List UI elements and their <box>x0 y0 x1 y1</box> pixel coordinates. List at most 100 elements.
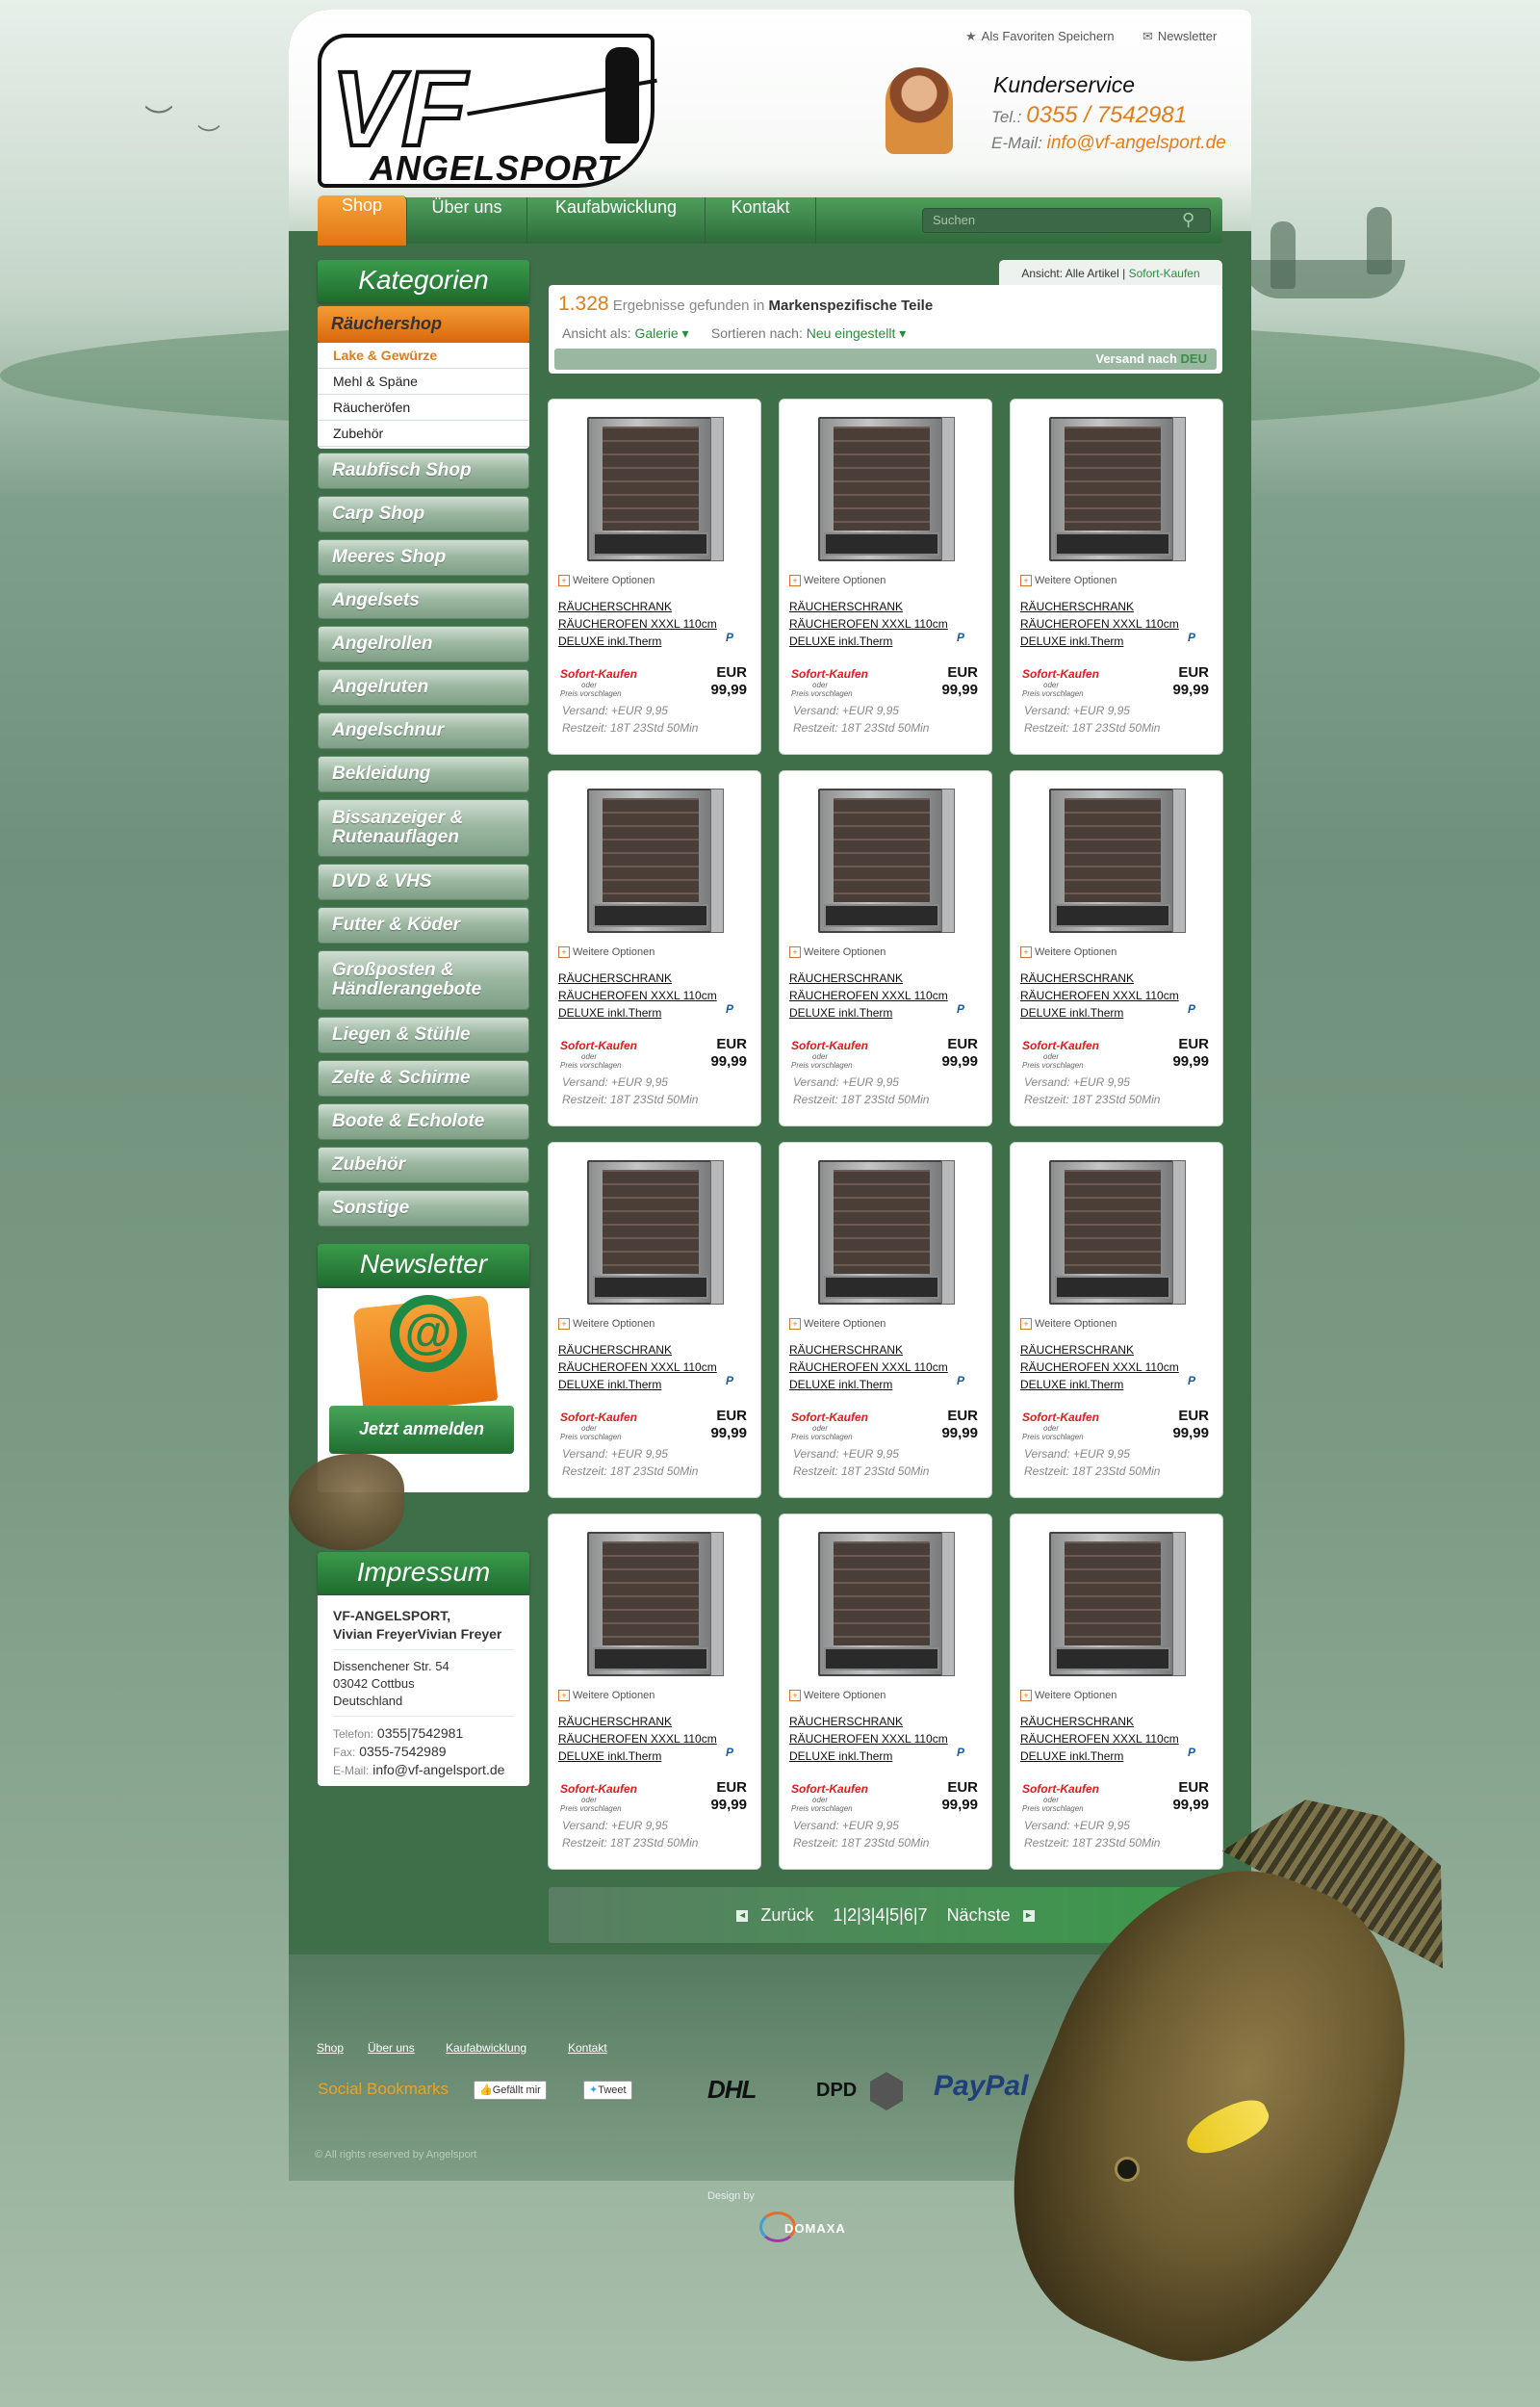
product-card[interactable]: + Weitere Optionen RÄUCHERSCHRANK RÄUCHERO… <box>549 1514 760 1869</box>
product-card[interactable]: + Weitere Optionen RÄUCHERSCHRANK RÄUCHERO… <box>780 1514 991 1869</box>
product-title[interactable]: RÄUCHERSCHRANK RÄUCHEROFEN XXXL 110cm DE… <box>558 1713 741 1765</box>
category-item[interactable]: Angelsets <box>318 582 529 619</box>
product-title[interactable]: RÄUCHERSCHRANK RÄUCHEROFEN XXXL 110cm DE… <box>1020 970 1203 1022</box>
product-title[interactable]: RÄUCHERSCHRANK RÄUCHEROFEN XXXL 110cm DE… <box>558 1341 741 1393</box>
subcategory-item[interactable]: Mehl & Späne <box>318 369 529 395</box>
more-options-link[interactable]: + Weitere Optionen <box>558 946 654 958</box>
category-item[interactable]: Bissanzeiger & Rutenauflagen <box>318 799 529 857</box>
product-image[interactable] <box>578 409 724 573</box>
buy-now-badge[interactable]: Sofort-Kaufen oder Preis vorschlagen <box>1022 1782 1099 1813</box>
product-image[interactable] <box>578 1152 724 1316</box>
more-options-link[interactable]: + Weitere Optionen <box>1020 1690 1116 1701</box>
product-title[interactable]: RÄUCHERSCHRANK RÄUCHEROFEN XXXL 110cm DE… <box>789 1713 972 1765</box>
product-image[interactable] <box>1040 409 1186 573</box>
more-options-link[interactable]: + Weitere Optionen <box>1020 575 1116 586</box>
buy-now-badge[interactable]: Sofort-Kaufen oder Preis vorschlagen <box>1022 1411 1099 1441</box>
category-item[interactable]: Großposten & Händlerangebote <box>318 950 529 1010</box>
footer-link-checkout[interactable]: Kaufabwicklung <box>446 2041 526 2055</box>
view-buy-now-link[interactable]: Sofort-Kaufen <box>1129 267 1200 280</box>
nav-shop[interactable]: Shop <box>318 195 407 246</box>
product-title[interactable]: RÄUCHERSCHRANK RÄUCHEROFEN XXXL 110cm DE… <box>558 598 741 650</box>
view-all-link[interactable]: Ansicht: Alle Artikel <box>1021 267 1118 280</box>
product-card[interactable]: + Weitere Optionen RÄUCHERSCHRANK RÄUCHERO… <box>1011 771 1222 1126</box>
category-item[interactable]: Carp Shop <box>318 496 529 532</box>
buy-now-badge[interactable]: Sofort-Kaufen oder Preis vorschlagen <box>560 1411 637 1441</box>
facebook-like-button[interactable]: 👍Gefällt mir <box>474 2081 547 2100</box>
sort-dropdown[interactable]: Neu eingestellt ▾ <box>807 325 907 341</box>
category-item[interactable]: Angelschnur <box>318 712 529 749</box>
tweet-button[interactable]: ✦Tweet <box>583 2081 632 2100</box>
product-image[interactable] <box>808 1152 955 1316</box>
product-title[interactable]: RÄUCHERSCHRANK RÄUCHEROFEN XXXL 110cm DE… <box>789 1341 972 1393</box>
product-card[interactable]: + Weitere Optionen RÄUCHERSCHRANK RÄUCHERO… <box>1011 1143 1222 1497</box>
product-image[interactable] <box>578 781 724 945</box>
footer-link-shop[interactable]: Shop <box>317 2041 344 2055</box>
buy-now-badge[interactable]: Sofort-Kaufen oder Preis vorschlagen <box>1022 1039 1099 1070</box>
product-card[interactable]: + Weitere Optionen RÄUCHERSCHRANK RÄUCHERO… <box>549 771 760 1126</box>
product-image[interactable] <box>1040 781 1186 945</box>
impressum-email-value[interactable]: info@vf-angelsport.de <box>372 1762 504 1777</box>
email-value[interactable]: info@vf-angelsport.de <box>1047 133 1226 153</box>
buy-now-badge[interactable]: Sofort-Kaufen oder Preis vorschlagen <box>791 667 868 698</box>
category-item[interactable]: Bekleidung <box>318 756 529 792</box>
product-title[interactable]: RÄUCHERSCHRANK RÄUCHEROFEN XXXL 110cm DE… <box>1020 1341 1203 1393</box>
buy-now-badge[interactable]: Sofort-Kaufen oder Preis vorschlagen <box>1022 667 1099 698</box>
category-item[interactable]: Zelte & Schirme <box>318 1060 529 1097</box>
more-options-link[interactable]: + Weitere Optionen <box>1020 1318 1116 1330</box>
subcategory-item[interactable]: Räucheröfen <box>318 395 529 421</box>
newsletter-link[interactable]: ✉ Newsletter <box>1142 29 1217 44</box>
category-item[interactable]: Meeres Shop <box>318 539 529 576</box>
product-title[interactable]: RÄUCHERSCHRANK RÄUCHEROFEN XXXL 110cm DE… <box>789 598 972 650</box>
category-item[interactable]: Zubehör <box>318 1147 529 1183</box>
more-options-link[interactable]: + Weitere Optionen <box>558 575 654 586</box>
pager-pages[interactable]: 1|2|3|4|5|6|7 <box>833 1905 927 1925</box>
subcategory-item[interactable]: Zubehör <box>318 421 529 447</box>
favorites-link[interactable]: ★ Als Favoriten Speichern <box>965 29 1115 44</box>
search-input[interactable]: Suchen <box>922 208 1211 233</box>
product-image[interactable] <box>808 781 955 945</box>
buy-now-badge[interactable]: Sofort-Kaufen oder Preis vorschlagen <box>791 1782 868 1813</box>
product-image[interactable] <box>808 409 955 573</box>
view-as-dropdown[interactable]: Galerie ▾ <box>634 325 688 341</box>
buy-now-badge[interactable]: Sofort-Kaufen oder Preis vorschlagen <box>791 1411 868 1441</box>
product-card[interactable]: + Weitere Optionen RÄUCHERSCHRANK RÄUCHERO… <box>780 771 991 1126</box>
product-image[interactable] <box>808 1524 955 1688</box>
newsletter-signup-button[interactable]: Jetzt anmelden <box>329 1406 514 1454</box>
category-item[interactable]: Sonstige <box>318 1190 529 1227</box>
more-options-link[interactable]: + Weitere Optionen <box>789 575 886 586</box>
more-options-link[interactable]: + Weitere Optionen <box>789 1690 886 1701</box>
product-title[interactable]: RÄUCHERSCHRANK RÄUCHEROFEN XXXL 110cm DE… <box>1020 1713 1203 1765</box>
footer-link-about[interactable]: Über uns <box>368 2041 415 2055</box>
product-card[interactable]: + Weitere Optionen RÄUCHERSCHRANK RÄUCHERO… <box>1011 400 1222 754</box>
category-item[interactable]: Raubfisch Shop <box>318 453 529 489</box>
more-options-link[interactable]: + Weitere Optionen <box>1020 946 1116 958</box>
category-rauchershop[interactable]: Räuchershop <box>318 306 529 343</box>
product-card[interactable]: + Weitere Optionen RÄUCHERSCHRANK RÄUCHERO… <box>549 400 760 754</box>
buy-now-badge[interactable]: Sofort-Kaufen oder Preis vorschlagen <box>560 667 637 698</box>
category-item[interactable]: Liegen & Stühle <box>318 1017 529 1053</box>
arrow-left-icon[interactable]: ◂ <box>736 1910 749 1923</box>
more-options-link[interactable]: + Weitere Optionen <box>558 1690 654 1701</box>
category-item[interactable]: Futter & Köder <box>318 907 529 944</box>
search-icon[interactable]: ⚲ <box>1182 210 1194 230</box>
category-item[interactable]: Angelruten <box>318 669 529 706</box>
product-title[interactable]: RÄUCHERSCHRANK RÄUCHEROFEN XXXL 110cm DE… <box>1020 598 1203 650</box>
category-item[interactable]: DVD & VHS <box>318 864 529 900</box>
product-image[interactable] <box>578 1524 724 1688</box>
nav-checkout[interactable]: Kaufabwicklung <box>527 197 706 244</box>
site-logo[interactable]: VF ANGELSPORT <box>318 34 657 188</box>
nav-contact[interactable]: Kontakt <box>706 197 816 244</box>
product-card[interactable]: + Weitere Optionen RÄUCHERSCHRANK RÄUCHERO… <box>780 1143 991 1497</box>
product-title[interactable]: RÄUCHERSCHRANK RÄUCHEROFEN XXXL 110cm DE… <box>789 970 972 1022</box>
more-options-link[interactable]: + Weitere Optionen <box>789 946 886 958</box>
product-card[interactable]: + Weitere Optionen RÄUCHERSCHRANK RÄUCHERO… <box>780 400 991 754</box>
more-options-link[interactable]: + Weitere Optionen <box>558 1318 654 1330</box>
domaxa-logo[interactable]: DOMAXA <box>756 2210 852 2244</box>
shipping-country[interactable]: DEU <box>1181 351 1207 366</box>
nav-about[interactable]: Über uns <box>407 197 527 244</box>
product-title[interactable]: RÄUCHERSCHRANK RÄUCHEROFEN XXXL 110cm DE… <box>558 970 741 1022</box>
category-item[interactable]: Angelrollen <box>318 626 529 662</box>
product-image[interactable] <box>1040 1152 1186 1316</box>
footer-link-contact[interactable]: Kontakt <box>568 2041 607 2055</box>
product-card[interactable]: + Weitere Optionen RÄUCHERSCHRANK RÄUCHERO… <box>549 1143 760 1497</box>
